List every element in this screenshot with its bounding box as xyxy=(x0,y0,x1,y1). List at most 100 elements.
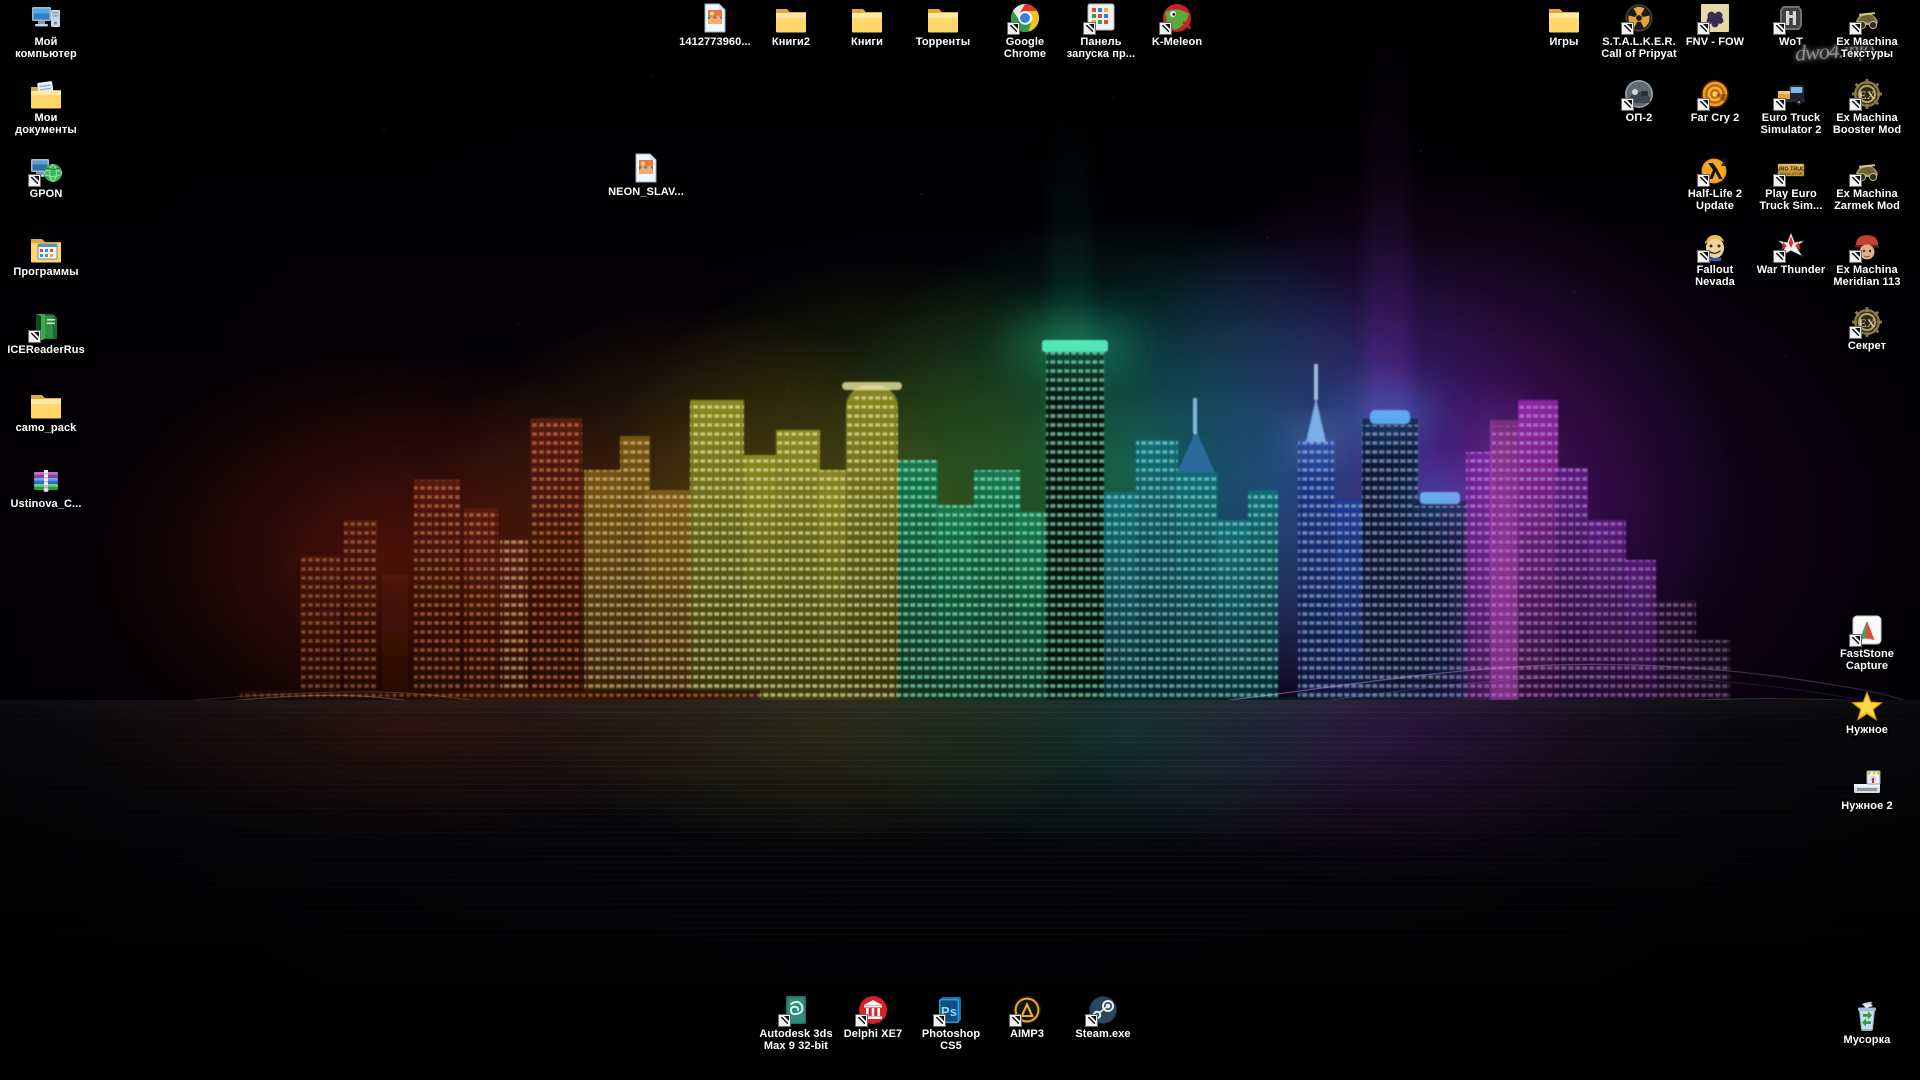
desktop-icon-knigi2[interactable]: Книги2 xyxy=(748,2,834,48)
shortcut-overlay-icon xyxy=(1773,250,1786,263)
desktop-icon-torrenty[interactable]: Торренты xyxy=(900,2,986,48)
desktop-icon-panel-zapuska[interactable]: Панель запуска пр... xyxy=(1058,2,1144,60)
desktop-icon-stalker-cop[interactable]: S.T.A.L.K.E.R. Call of Pripyat xyxy=(1596,2,1682,60)
desktop-icon-fnv-fow[interactable]: FNV - FOW xyxy=(1672,2,1758,48)
desktop-icon-label: Мои документы xyxy=(15,112,77,137)
op2-icon xyxy=(1621,78,1655,111)
desktop-icon-label: Мусорка xyxy=(1843,1034,1891,1046)
desktop-icon-label: Книги2 xyxy=(771,36,811,48)
desktop-icon-label: GPON xyxy=(29,188,63,200)
faststone-icon xyxy=(1849,614,1883,647)
desktop-icon-gpon[interactable]: GPON xyxy=(3,154,89,200)
desktop-icon-label: AIMP3 xyxy=(1009,1028,1045,1040)
desktop-icon-op-2[interactable]: ОП-2 xyxy=(1596,78,1682,124)
desktop-icon-label: ICEReaderRus xyxy=(7,344,85,356)
desktop-icon-camo-pack[interactable]: camo_pack xyxy=(3,388,89,434)
shortcut-overlay-icon xyxy=(1849,174,1862,187)
shortcut-overlay-icon xyxy=(1007,22,1020,35)
vault-boy-icon xyxy=(1697,230,1731,263)
desktop-icon-label: Ustinova_C... xyxy=(10,498,82,510)
ex-machina-gear-icon: EX xyxy=(1849,78,1883,111)
desktop-icon-my-documents[interactable]: Мои документы xyxy=(3,78,89,136)
desktop-icon-euro-truck-sim-2[interactable]: Euro Truck Simulator 2 xyxy=(1748,78,1834,136)
desktop-icon-label: Игры xyxy=(1549,36,1579,48)
ets-logo-icon: EURO TRUCK SIMULATOR xyxy=(1773,154,1807,187)
shortcut-overlay-icon xyxy=(1621,22,1634,35)
desktop-icon-far-cry-2[interactable]: Far Cry 2 xyxy=(1672,78,1758,124)
shortcut-overlay-icon xyxy=(1773,98,1786,111)
desktop-icon-google-chrome[interactable]: Google Chrome xyxy=(982,2,1068,60)
desktop-icon-k-meleon[interactable]: K-Meleon xyxy=(1134,2,1220,48)
ex-machina-icon xyxy=(1849,2,1883,35)
half-life-2-icon: 2 xyxy=(1697,154,1731,187)
shortcut-overlay-icon xyxy=(1697,22,1710,35)
desktop-icon-exmachina-textures[interactable]: Ex Machina Текстуры xyxy=(1824,2,1910,60)
desktop-icon-knigi[interactable]: Книги xyxy=(824,2,910,48)
folder-apps-icon xyxy=(30,232,62,264)
desktop-icon-ustinova-c[interactable]: Ustinova_C... xyxy=(3,464,89,510)
desktop-icon-igry[interactable]: Игры xyxy=(1521,2,1607,48)
desktop-icon-label: Нужное 2 xyxy=(1841,800,1893,812)
desktop-icon-steam-exe[interactable]: Steam.exe xyxy=(1060,994,1146,1040)
desktop-icon-play-euro-truck-sim[interactable]: EURO TRUCK SIMULATORPlay Euro Truck Sim.… xyxy=(1748,154,1834,212)
desktop-icon-label: camo_pack xyxy=(15,422,77,434)
winrar-archive-icon xyxy=(30,464,62,496)
shortcut-overlay-icon xyxy=(855,1014,868,1027)
desktop-icon-nuzhnoe-2[interactable]: Нужное 2 xyxy=(1824,766,1910,812)
image-file-icon xyxy=(699,2,731,34)
desktop-icon-sekret[interactable]: EX Секрет xyxy=(1824,306,1910,352)
desktop-icon-icereaderrus[interactable]: ICEReaderRus xyxy=(3,310,89,356)
desktop-icon-label: Ex Machina Текстуры xyxy=(1836,36,1898,61)
desktop-icon-label: Торренты xyxy=(915,36,971,48)
desktop-icon-fallout-nevada[interactable]: Fallout Nevada xyxy=(1672,230,1758,288)
desktop-icon-nuzhnoe[interactable]: Нужное xyxy=(1824,690,1910,736)
aimp-icon xyxy=(1009,994,1043,1027)
desktop-icon-neon-slav[interactable]: NEON_SLAV... xyxy=(603,152,689,198)
folder-icon xyxy=(1548,2,1580,34)
desktop-icon-musorka[interactable]: Мусорка xyxy=(1824,1000,1910,1046)
desktop-icon-label: Half-Life 2 Update xyxy=(1687,188,1743,213)
desktop-icon-exmachina-zarmek[interactable]: Ex Machina Zarmek Mod xyxy=(1824,154,1910,212)
shortcut-overlay-icon xyxy=(1849,250,1862,263)
desktop-icon-exmachina-meridian[interactable]: Ex Machina Meridian 113 xyxy=(1824,230,1910,288)
desktop-icon-war-thunder[interactable]: War Thunder xyxy=(1748,230,1834,276)
shortcut-overlay-icon xyxy=(1085,1014,1098,1027)
desktop-icon-img-1412773960[interactable]: 1412773960... xyxy=(672,2,758,48)
shortcut-overlay-icon xyxy=(1697,98,1710,111)
desktop-icon-label: ОП-2 xyxy=(1625,112,1653,124)
shortcut-overlay-icon xyxy=(1773,174,1786,187)
desktop-icon-delphi-xe7[interactable]: Delphi XE7 xyxy=(830,994,916,1040)
shortcut-overlay-icon xyxy=(1849,22,1862,35)
folder-icon xyxy=(30,388,62,420)
desktop-icon-label: War Thunder xyxy=(1756,264,1826,276)
desktop-icon-faststone-capture[interactable]: FastStone Capture xyxy=(1824,614,1910,672)
war-thunder-icon xyxy=(1773,230,1807,263)
recycle-bin-icon xyxy=(1851,1000,1883,1032)
desktop-icon-label: Play Euro Truck Sim... xyxy=(1759,188,1823,213)
desktop-icon-label: Google Chrome xyxy=(1003,36,1047,61)
desktop-icon-label: Autodesk 3ds Max 9 32-bit xyxy=(759,1028,833,1053)
far-cry-2-icon xyxy=(1697,78,1731,111)
fallout-fow-icon xyxy=(1697,2,1731,35)
desktop-root[interactable]: dwo4.info Мой компьютер Мои документы GP… xyxy=(0,0,1920,1080)
desktop-icon-aimp3[interactable]: AIMP3 xyxy=(984,994,1070,1040)
desktop-icon-label: S.T.A.L.K.E.R. Call of Pripyat xyxy=(1601,36,1677,61)
desktop-icon-label: Секрет xyxy=(1847,340,1887,352)
desktop-icon-label: Ex Machina Booster Mod xyxy=(1832,112,1902,137)
wallpaper-vignette xyxy=(0,0,1920,1080)
desktop-icon-autodesk-3ds-max[interactable]: Autodesk 3ds Max 9 32-bit xyxy=(753,994,839,1052)
folder-icon xyxy=(851,2,883,34)
desktop-icon-exmachina-booster[interactable]: EX Ex Machina Booster Mod xyxy=(1824,78,1910,136)
desktop-icon-wot[interactable]: WoT xyxy=(1748,2,1834,48)
shortcut-overlay-icon xyxy=(778,1014,791,1027)
desktop-icon-half-life-2-update[interactable]: 2 Half-Life 2 Update xyxy=(1672,154,1758,212)
shortcut-overlay-icon xyxy=(1849,634,1862,647)
ex-machina-icon xyxy=(1849,154,1883,187)
star-icon xyxy=(1851,690,1883,722)
svg-text:2: 2 xyxy=(1721,157,1727,169)
desktop-icon-my-computer[interactable]: Мой компьютер xyxy=(3,2,89,60)
desktop-icon-photoshop-cs5[interactable]: Ps Photoshop CS5 xyxy=(908,994,994,1052)
desktop-icon-label: FastStone Capture xyxy=(1839,648,1895,673)
desktop-icon-programs[interactable]: Программы xyxy=(3,232,89,278)
documents-folder-icon xyxy=(30,78,62,110)
